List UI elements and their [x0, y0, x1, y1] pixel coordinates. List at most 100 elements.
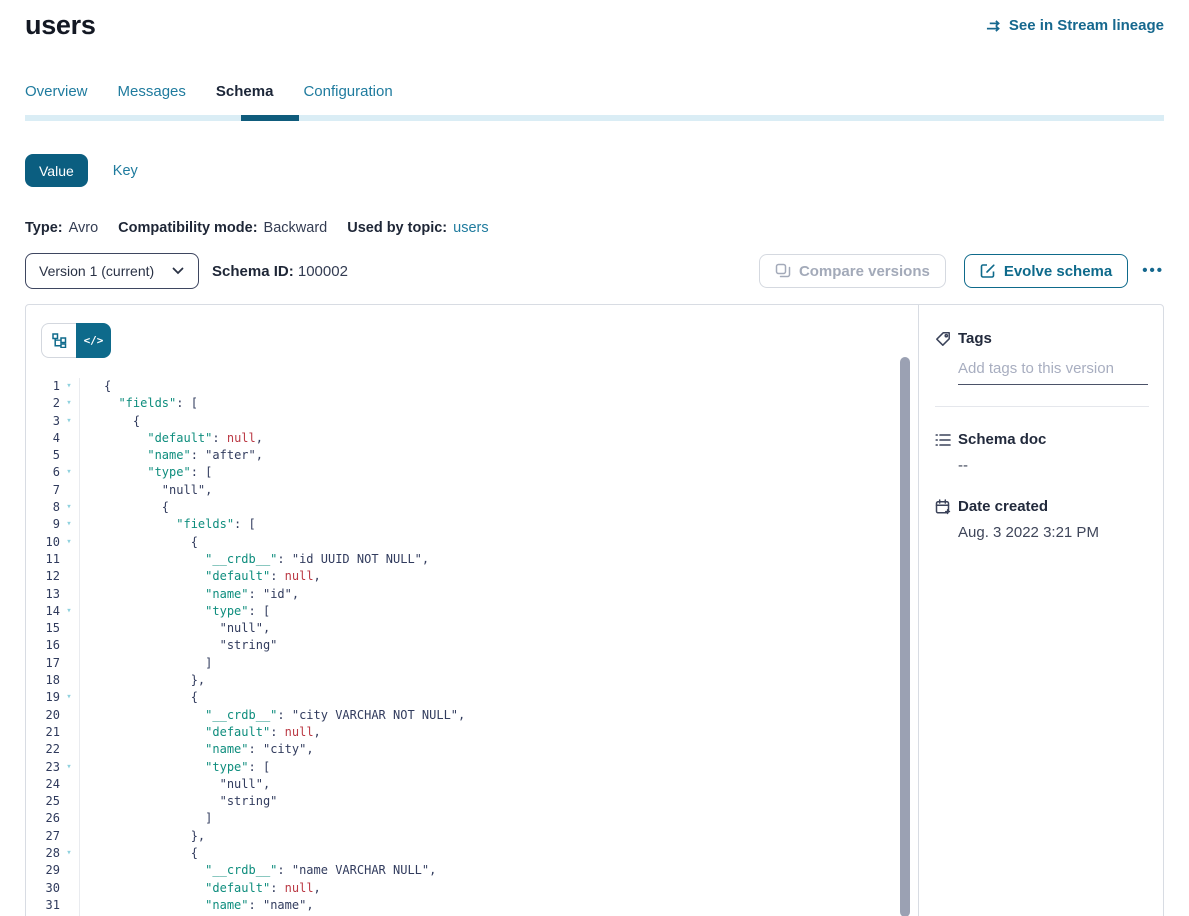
code-text[interactable]: { [80, 378, 111, 395]
key-toggle-button[interactable]: Key [113, 163, 138, 179]
code-text[interactable]: }, [80, 828, 205, 845]
code-line: 31 "name": "name", [26, 897, 918, 914]
code-line: 7 "null", [26, 482, 918, 499]
line-number: 9 [26, 516, 60, 533]
code-text[interactable]: "string" [80, 637, 277, 654]
code-line: 26 ] [26, 810, 918, 827]
tab-configuration[interactable]: Configuration [303, 83, 392, 115]
code-text[interactable]: "string" [80, 793, 277, 810]
code-line: 27 }, [26, 828, 918, 845]
code-line: 24 "null", [26, 776, 918, 793]
code-line: 18 }, [26, 672, 918, 689]
line-number: 16 [26, 637, 60, 654]
code-line: 15 "null", [26, 620, 918, 637]
code-text[interactable]: { [80, 413, 140, 430]
tab-messages[interactable]: Messages [118, 83, 186, 115]
code-text[interactable]: "null", [80, 620, 270, 637]
stream-lineage-link[interactable]: See in Stream lineage [986, 17, 1164, 34]
fold-arrow-icon[interactable]: ▾ [60, 603, 78, 620]
line-number: 13 [26, 586, 60, 603]
value-toggle-button[interactable]: Value [25, 154, 88, 187]
fold-arrow-icon[interactable]: ▾ [60, 499, 78, 516]
tree-view-icon [51, 333, 67, 349]
version-bar: Version 1 (current) Schema ID: 100002 Co… [25, 253, 1164, 289]
fold-arrow-icon[interactable]: ▾ [60, 395, 78, 412]
code-line: 5 "name": "after", [26, 447, 918, 464]
code-text[interactable]: { [80, 689, 198, 706]
code-text[interactable]: { [80, 499, 169, 516]
line-number: 29 [26, 862, 60, 879]
code-text[interactable]: { [80, 845, 198, 862]
code-text[interactable]: { [80, 534, 198, 551]
code-view-toggle[interactable]: </> [76, 323, 111, 358]
evolve-schema-button[interactable]: Evolve schema [964, 254, 1128, 288]
code-text[interactable]: "default": null, [80, 724, 321, 741]
schema-page: users See in Stream lineage Overview Mes… [0, 0, 1189, 916]
code-text[interactable]: "type": [ [80, 603, 270, 620]
compare-versions-label: Compare versions [799, 263, 930, 280]
code-text[interactable]: "__crdb__": "name VARCHAR NULL", [80, 862, 436, 879]
code-line: 16 "string" [26, 637, 918, 654]
tab-bar: Overview Messages Schema Configuration [25, 83, 1164, 121]
fold-arrow-icon[interactable]: ▾ [60, 516, 78, 533]
used-by-topic-label: Used by topic: [347, 220, 447, 236]
code-line: 14▾ "type": [ [26, 603, 918, 620]
tags-heading: Tags [958, 330, 992, 347]
evolve-schema-label: Evolve schema [1004, 263, 1112, 280]
calendar-icon [935, 499, 951, 515]
date-created-section: Date created Aug. 3 2022 3:21 PM [935, 498, 1149, 541]
line-number: 18 [26, 672, 60, 689]
code-line: 9▾ "fields": [ [26, 516, 918, 533]
version-select-value: Version 1 (current) [39, 263, 154, 279]
view-toggle-group: </> [41, 323, 111, 358]
fold-arrow-icon[interactable]: ▾ [60, 464, 78, 481]
code-text[interactable]: ] [80, 655, 212, 672]
date-created-value: Aug. 3 2022 3:21 PM [958, 524, 1149, 541]
line-number: 20 [26, 707, 60, 724]
tree-view-toggle[interactable] [41, 323, 76, 358]
code-text[interactable]: "default": null, [80, 430, 263, 447]
line-number: 22 [26, 741, 60, 758]
page-title: users [25, 10, 96, 41]
code-text[interactable]: "fields": [ [80, 516, 256, 533]
more-actions-button[interactable]: ••• [1142, 266, 1164, 276]
fold-arrow-icon[interactable]: ▾ [60, 413, 78, 430]
code-text[interactable]: "type": [ [80, 464, 212, 481]
code-line: 8▾ { [26, 499, 918, 516]
code-text[interactable]: "default": null, [80, 568, 321, 585]
fold-arrow-icon[interactable]: ▾ [60, 759, 78, 776]
code-text[interactable]: ] [80, 810, 212, 827]
fold-arrow-icon[interactable]: ▾ [60, 378, 78, 395]
line-number: 4 [26, 430, 60, 447]
tab-schema[interactable]: Schema [216, 83, 274, 115]
code-text[interactable]: "name": "id", [80, 586, 299, 603]
fold-arrow-icon[interactable]: ▾ [60, 689, 78, 706]
tab-overview[interactable]: Overview [25, 83, 88, 115]
schema-id-value: 100002 [298, 263, 348, 280]
line-number: 3 [26, 413, 60, 430]
evolve-schema-icon [980, 263, 996, 279]
code-text[interactable]: "__crdb__": "city VARCHAR NOT NULL", [80, 707, 465, 724]
add-tags-input[interactable] [958, 360, 1148, 385]
code-text[interactable]: "name": "city", [80, 741, 314, 758]
code-line: 20 "__crdb__": "city VARCHAR NOT NULL", [26, 707, 918, 724]
code-text[interactable]: }, [80, 672, 205, 689]
code-line: 2▾ "fields": [ [26, 395, 918, 412]
fold-arrow-icon[interactable]: ▾ [60, 534, 78, 551]
editor-scrollbar-thumb[interactable] [900, 357, 910, 916]
line-number: 23 [26, 759, 60, 776]
code-text[interactable]: "null", [80, 776, 270, 793]
code-text[interactable]: "default": null, [80, 880, 321, 897]
code-line: 6▾ "type": [ [26, 464, 918, 481]
code-text[interactable]: "fields": [ [80, 395, 198, 412]
code-text[interactable]: "name": "after", [80, 447, 263, 464]
code-view-icon: </> [84, 334, 104, 347]
fold-arrow-icon[interactable]: ▾ [60, 845, 78, 862]
topic-link[interactable]: users [453, 220, 488, 236]
code-text[interactable]: "name": "name", [80, 897, 314, 914]
code-text[interactable]: "null", [80, 482, 212, 499]
compare-versions-button[interactable]: Compare versions [759, 254, 946, 288]
version-select[interactable]: Version 1 (current) [25, 253, 199, 289]
code-text[interactable]: "type": [ [80, 759, 270, 776]
code-text[interactable]: "__crdb__": "id UUID NOT NULL", [80, 551, 429, 568]
